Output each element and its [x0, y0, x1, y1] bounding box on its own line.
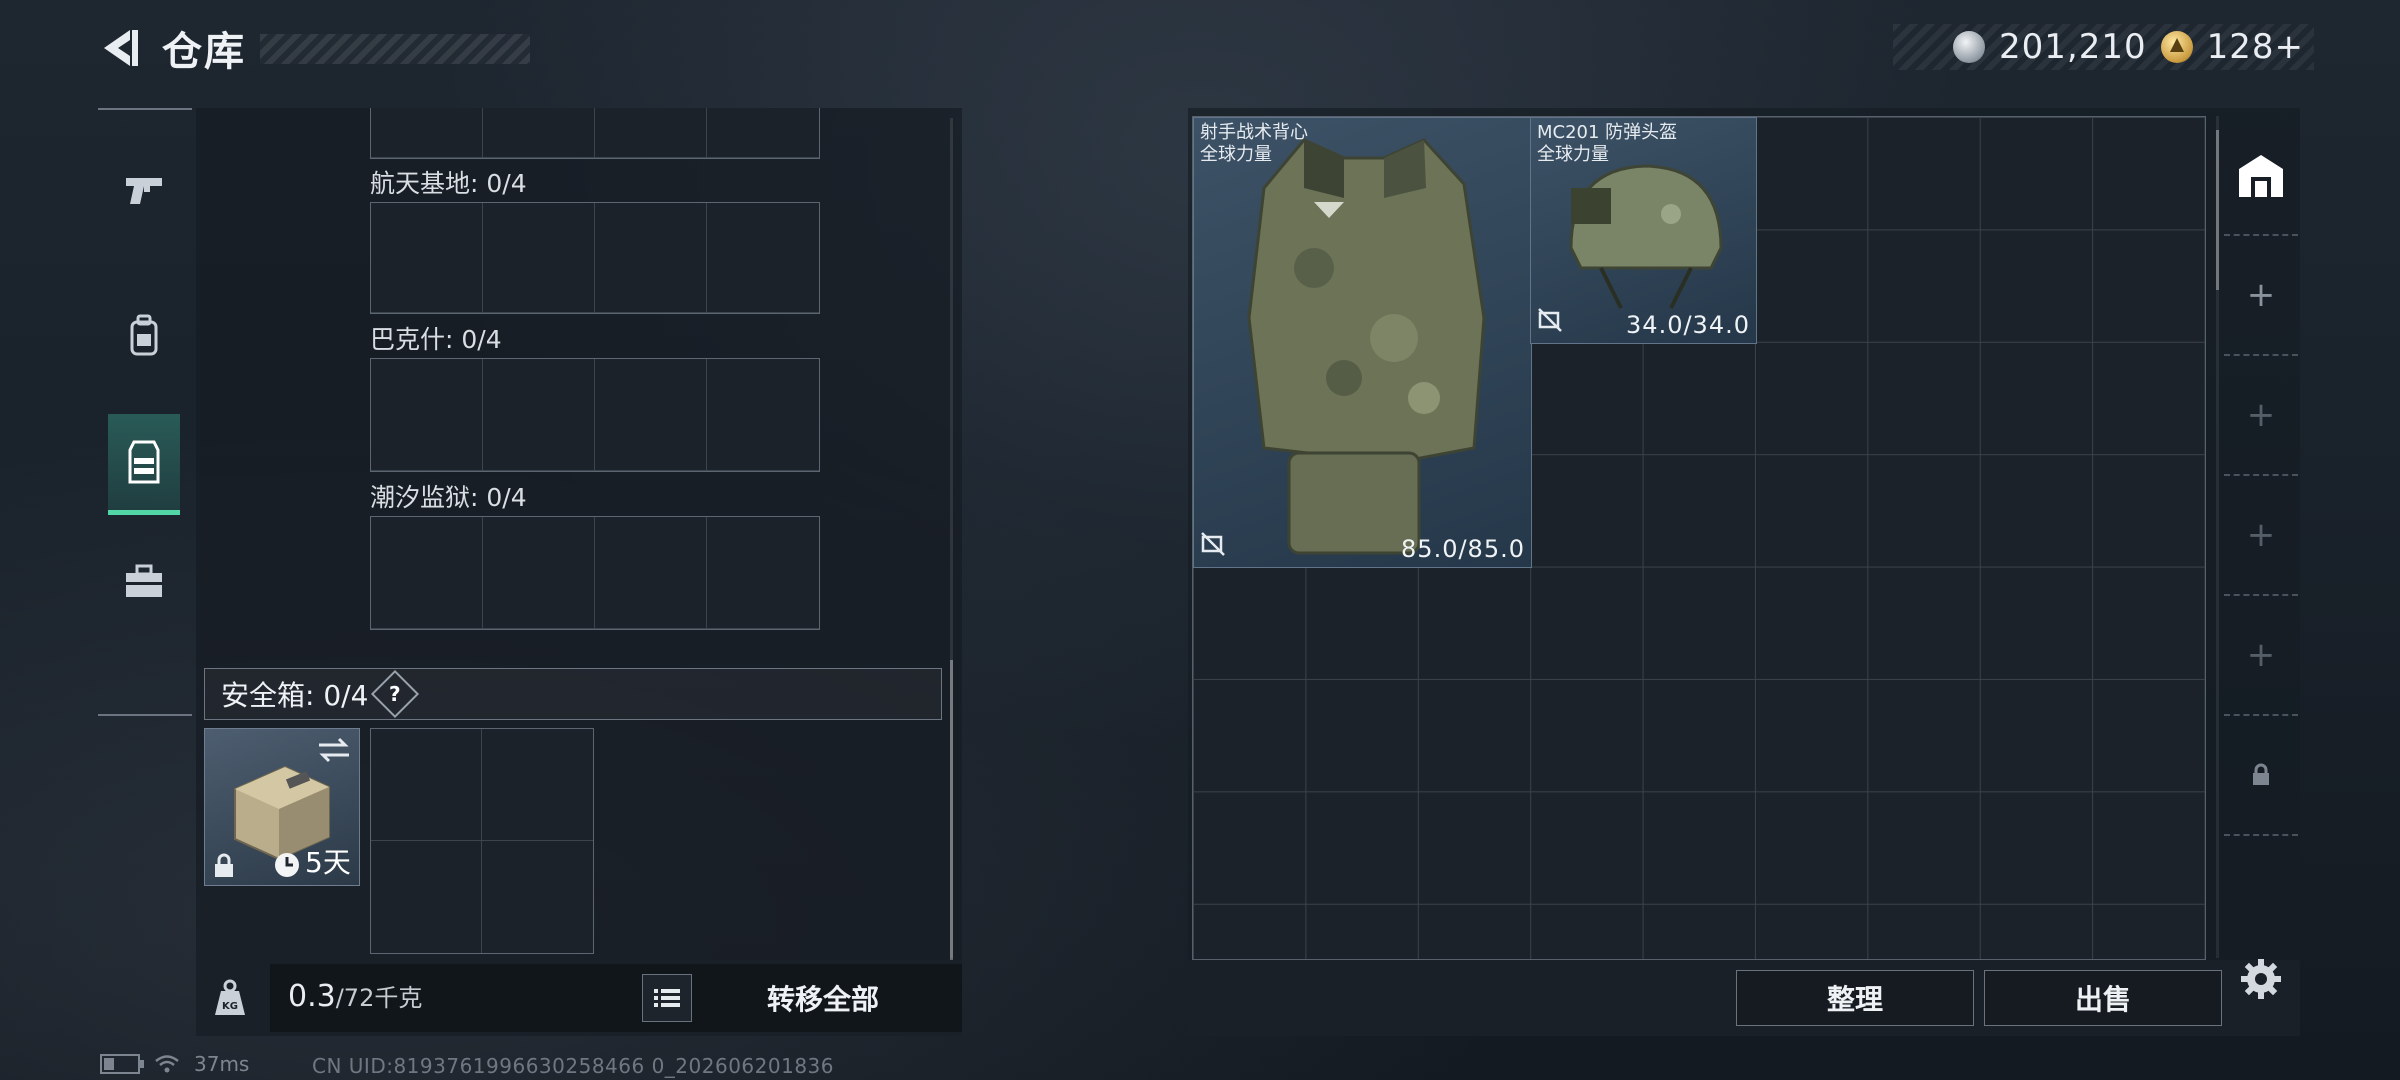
safebox-duration: 5天	[305, 846, 351, 879]
toolbox-icon	[126, 564, 162, 597]
back-arrow-icon[interactable]	[96, 24, 144, 72]
swap-icon[interactable]	[317, 737, 351, 763]
list-view-button[interactable]	[642, 974, 692, 1022]
item-durability: 34.0/34.0	[1626, 311, 1750, 339]
coin-icon	[1953, 31, 1985, 63]
weight-capacity: /72千克	[335, 984, 423, 1012]
no-trade-icon	[1537, 307, 1563, 337]
plus-icon: +	[2246, 635, 2276, 675]
armor-vest-icon	[128, 440, 160, 484]
stash-item-vest[interactable]: 射手战术背心 全球力量 85.0/85.0	[1193, 117, 1532, 568]
stash-item-helmet[interactable]: MC201 防弹头盔 全球力量 34.0/34.0	[1530, 117, 1757, 344]
safebox-title: 安全箱: 0/4	[221, 679, 369, 712]
location-grid[interactable]	[370, 202, 820, 314]
help-button[interactable]: ?	[371, 669, 420, 719]
container-tabs: + + + +	[2224, 116, 2298, 856]
title-stripe-decoration	[260, 34, 530, 64]
item-name: 射手战术背心 全球力量	[1200, 122, 1308, 165]
location-grid[interactable]	[370, 516, 820, 630]
add-container-slot[interactable]: +	[2224, 236, 2298, 356]
currency-bar: 201,210 128+	[1893, 24, 2314, 70]
location-grid[interactable]	[370, 358, 820, 472]
battery-icon	[100, 1054, 144, 1074]
pistol-icon	[126, 178, 162, 204]
lock-icon	[2253, 763, 2269, 785]
weight-current: 0.3	[288, 979, 336, 1014]
wifi-icon	[155, 1055, 179, 1073]
plus-icon: +	[2246, 275, 2276, 315]
add-container-slot[interactable]: +	[2224, 596, 2298, 716]
clock-icon	[275, 853, 299, 877]
add-container-slot[interactable]: +	[2224, 356, 2298, 476]
ping-value: 37ms	[194, 1052, 250, 1076]
ticket-icon	[2160, 31, 2193, 63]
location-label: 航天基地: 0/4	[370, 169, 527, 198]
status-strip: 37ms	[100, 1052, 249, 1076]
plus-icon: +	[2246, 395, 2276, 435]
safebox-grid[interactable]	[370, 728, 594, 954]
header: 仓库	[96, 18, 246, 78]
no-trade-icon	[1200, 531, 1226, 561]
item-durability: 85.0/85.0	[1401, 535, 1525, 563]
safebox-item[interactable]: 5天	[204, 728, 360, 886]
stash-grid[interactable]: 射手战术背心 全球力量 85.0/85.0 MC201 防弹头盔 全球力量 34…	[1192, 116, 2206, 960]
locked-container-slot[interactable]	[2224, 716, 2298, 836]
ticket-balance[interactable]: 128+	[2207, 27, 2304, 67]
sell-button[interactable]: 出售	[1984, 970, 2222, 1026]
page-title: 仓库	[162, 29, 246, 75]
location-grid-partial[interactable]	[370, 108, 820, 159]
gear-icon	[2241, 959, 2281, 999]
user-uid: CN UID:8193761996630258466 0_20260620183…	[312, 1054, 835, 1078]
container-tab-stash[interactable]	[2224, 116, 2298, 236]
help-icon: ?	[389, 681, 402, 706]
location-label: 巴克什: 0/4	[370, 325, 502, 354]
backpack-icon	[130, 314, 158, 356]
weight-icon: KG	[200, 964, 260, 1032]
svg-text:KG: KG	[222, 1001, 238, 1012]
category-rail	[98, 108, 192, 716]
lock-icon	[215, 853, 233, 877]
settings-button[interactable]	[2236, 954, 2286, 1004]
weight-readout: 0.3/72千克	[288, 978, 422, 1014]
transfer-all-button[interactable]: 转移全部	[700, 970, 946, 1026]
plus-icon: +	[2246, 515, 2276, 555]
tab-weapons[interactable]	[108, 142, 180, 238]
stash-scrollbar-thumb[interactable]	[2216, 130, 2219, 290]
add-container-slot[interactable]: +	[2224, 476, 2298, 596]
location-label: 潮汐监狱: 0/4	[370, 483, 527, 512]
left-scrollbar-thumb[interactable]	[950, 660, 953, 960]
safebox-header: 安全箱: 0/4 ?	[204, 668, 942, 720]
item-name: MC201 防弹头盔 全球力量	[1537, 122, 1678, 165]
list-icon	[654, 989, 680, 1007]
tactical-vest-icon	[1247, 138, 1486, 555]
sort-button[interactable]: 整理	[1736, 970, 1974, 1026]
tab-backpacks[interactable]	[108, 288, 180, 384]
tab-armor[interactable]	[108, 414, 180, 515]
warehouse-icon	[2239, 155, 2283, 197]
coin-balance: 201,210	[1999, 27, 2147, 67]
tab-equipment[interactable]	[108, 534, 180, 630]
